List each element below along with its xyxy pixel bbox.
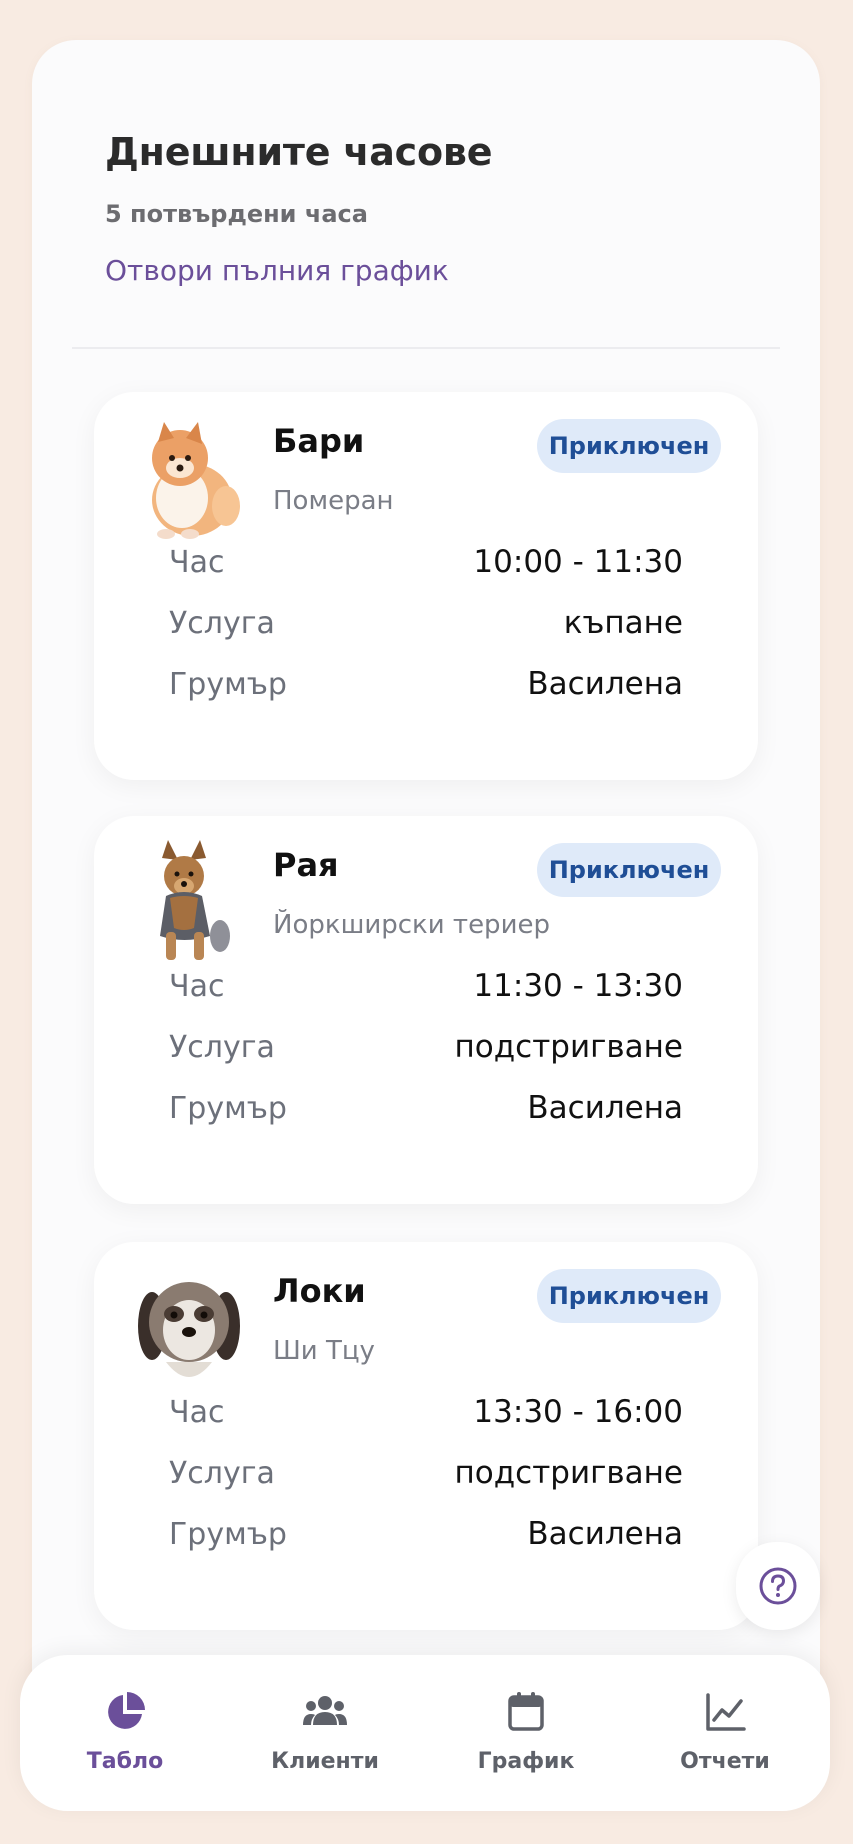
bottom-navigation: Табло Клиенти График Отчети xyxy=(20,1655,830,1811)
nav-label: График xyxy=(477,1749,575,1774)
appointments-panel: Днешните часове 5 потвърдени часа Отвори… xyxy=(32,40,820,1800)
yorkshire-terrier-dog-photo xyxy=(160,840,230,960)
page-title: Днешните часове xyxy=(105,130,493,174)
pet-name: Бари xyxy=(273,422,365,460)
line-chart-icon xyxy=(706,1693,746,1731)
service-value: подстригване xyxy=(454,1455,684,1491)
time-label: Час xyxy=(169,544,225,580)
time-value: 10:00 - 11:30 xyxy=(473,544,683,580)
confirmed-count: 5 потвърдени часа xyxy=(105,200,368,228)
groomer-value: Василена xyxy=(527,1516,683,1552)
status-badge: Приключен xyxy=(537,843,721,897)
service-row: Услуга подстригване xyxy=(169,1453,683,1493)
service-label: Услуга xyxy=(169,1029,275,1065)
nav-label: Клиенти xyxy=(271,1749,379,1774)
appointment-card[interactable]: Рая Йоркширски териер Приключен Час 11:3… xyxy=(94,816,758,1204)
divider xyxy=(72,347,780,349)
time-row: Час 10:00 - 11:30 xyxy=(169,542,683,582)
service-label: Услуга xyxy=(169,605,275,641)
groomer-value: Василена xyxy=(527,1090,683,1126)
help-circle-icon xyxy=(759,1567,797,1605)
time-value: 11:30 - 13:30 xyxy=(473,968,683,1004)
nav-label: Табло xyxy=(86,1749,164,1774)
groomer-label: Грумър xyxy=(169,666,287,702)
pomeranian-dog-photo xyxy=(152,422,240,539)
open-schedule-link[interactable]: Отвори пълния график xyxy=(105,254,492,287)
nav-item-dashboard[interactable]: Табло xyxy=(45,1689,205,1789)
pet-breed: Ши Тцу xyxy=(273,1336,375,1366)
service-value: подстригване xyxy=(454,1029,684,1065)
time-row: Час 11:30 - 13:30 xyxy=(169,966,683,1006)
appointment-card[interactable]: Бари Померан Приключен Час 10:00 - 11:30… xyxy=(94,392,758,780)
service-label: Услуга xyxy=(169,1455,275,1491)
nav-item-reports[interactable]: Отчети xyxy=(645,1689,805,1789)
calendar-icon xyxy=(508,1692,544,1731)
groomer-row: Грумър Василена xyxy=(169,664,683,704)
service-row: Услуга подстригване xyxy=(169,1027,683,1067)
pie-chart-icon xyxy=(108,1692,145,1729)
groomer-label: Грумър xyxy=(169,1516,287,1552)
help-button[interactable] xyxy=(736,1542,820,1630)
shih-tzu-dog-photo xyxy=(138,1282,240,1377)
groomer-value: Василена xyxy=(527,666,683,702)
pet-breed: Померан xyxy=(273,486,394,516)
groomer-label: Грумър xyxy=(169,1090,287,1126)
nav-label: Отчети xyxy=(680,1749,770,1774)
pet-breed: Йоркширски териер xyxy=(273,910,550,940)
nav-item-schedule[interactable]: График xyxy=(446,1689,606,1789)
time-label: Час xyxy=(169,968,225,1004)
status-badge: Приключен xyxy=(537,1269,721,1323)
groomer-row: Грумър Василена xyxy=(169,1088,683,1128)
time-label: Час xyxy=(169,1394,225,1430)
groomer-row: Грумър Василена xyxy=(169,1514,683,1554)
panel-header: Днешните часове 5 потвърдени часа Отвори… xyxy=(105,130,493,287)
users-icon xyxy=(303,1696,347,1725)
pet-name: Локи xyxy=(273,1272,366,1310)
time-row: Час 13:30 - 16:00 xyxy=(169,1392,683,1432)
status-badge: Приключен xyxy=(537,419,721,473)
appointment-card[interactable]: Локи Ши Тцу Приключен Час 13:30 - 16:00 … xyxy=(94,1242,758,1630)
service-value: къпане xyxy=(563,605,683,641)
nav-item-clients[interactable]: Клиенти xyxy=(245,1689,405,1789)
time-value: 13:30 - 16:00 xyxy=(473,1394,683,1430)
pet-name: Рая xyxy=(273,846,339,884)
service-row: Услуга къпане xyxy=(169,603,683,643)
